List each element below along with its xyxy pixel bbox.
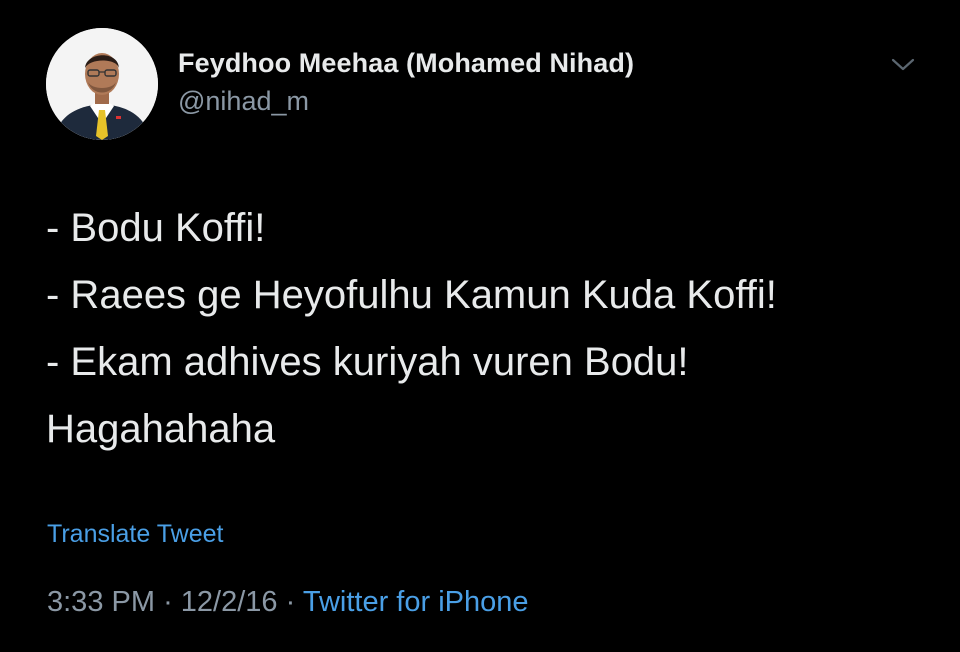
tweet-source-link[interactable]: Twitter for iPhone [303,586,529,618]
tweet-line: Hagahahaha [46,407,276,451]
meta-separator: · [285,586,296,618]
tweet-line: - Bodu Koffi! [46,206,266,250]
avatar[interactable] [46,28,158,140]
tweet-time: 3:33 PM [47,586,155,618]
tweet-line: - Raees ge Heyofulhu Kamun Kuda Koffi! [46,273,777,317]
author-display-name[interactable]: Feydhoo Meehaa (Mohamed Nihad) [178,48,634,79]
profile-photo-icon [46,28,158,140]
tweet-metadata: 3:33 PM · 12/2/16 · Twitter for iPhone [47,586,529,619]
author-handle[interactable]: @nihad_m [178,86,309,117]
meta-separator: · [163,586,173,618]
translate-tweet-link[interactable]: Translate Tweet [47,520,223,549]
tweet-line: - Ekam adhives kuriyah vuren Bodu! [46,340,689,384]
tweet-date: 12/2/16 [180,586,278,618]
tweet-card: Feydhoo Meehaa (Mohamed Nihad) @nihad_m … [0,0,960,652]
tweet-text: - Bodu Koffi! - Raees ge Heyofulhu Kamun… [46,195,926,463]
chevron-down-icon[interactable] [890,56,916,74]
